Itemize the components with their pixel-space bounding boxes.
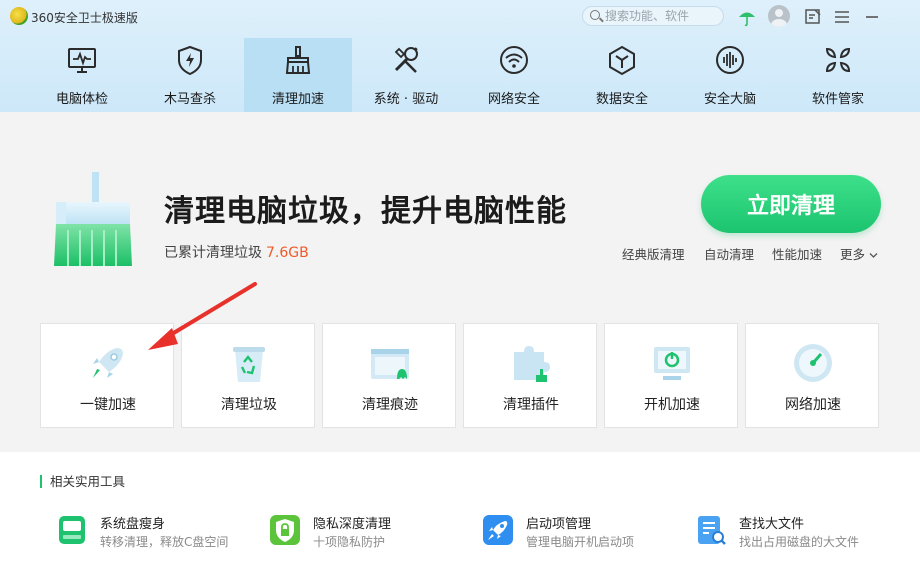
card-label: 清理痕迹 — [362, 397, 418, 413]
card-clean-plugins[interactable]: 清理插件 — [463, 323, 597, 428]
stat-value: 7.6GB — [266, 245, 309, 261]
link-auto-clean[interactable]: 自动清理 — [704, 244, 754, 263]
more-label: 更多 — [840, 247, 866, 262]
stat-label: 已累计清理垃圾 — [164, 245, 262, 261]
tab-label: 木马查杀 — [163, 92, 216, 107]
wrench-screwdriver-icon — [394, 47, 418, 73]
avatar[interactable] — [768, 5, 790, 27]
app-logo-icon — [10, 7, 28, 25]
wifi-icon — [500, 46, 528, 74]
tab-label: 数据安全 — [595, 92, 648, 107]
card-label: 开机加速 — [644, 397, 700, 413]
link-more[interactable]: 更多 — [840, 244, 878, 263]
app-title: 360安全卫士极速版 — [31, 11, 138, 25]
search-input[interactable] — [605, 8, 717, 24]
tab-label: 软件管家 — [811, 92, 864, 107]
page-headline: 清理电脑垃圾，提升电脑性能 — [164, 194, 567, 229]
broom-icon — [285, 46, 311, 74]
menu-icon[interactable] — [832, 7, 852, 27]
tab-label: 系统 · 驱动 — [373, 92, 439, 107]
tab-data-security[interactable]: 数据安全 — [568, 38, 676, 112]
brain-icon — [716, 46, 744, 74]
tool-name: 启动项管理 — [526, 517, 592, 532]
tab-label: 电脑体检 — [55, 92, 108, 107]
monitor-pulse-icon — [68, 48, 96, 73]
card-boot-speedup[interactable]: 开机加速 — [604, 323, 738, 428]
link-classic-clean[interactable]: 经典版清理 — [622, 244, 685, 263]
shield-bolt-icon — [178, 45, 202, 76]
tool-name: 查找大文件 — [739, 517, 805, 532]
link-performance-speedup[interactable]: 性能加速 — [772, 244, 822, 263]
apps-grid-icon — [825, 47, 851, 73]
chevron-down-icon — [869, 253, 878, 258]
clean-now-button[interactable]: 立即清理 — [701, 175, 881, 233]
card-network-speedup[interactable]: 网络加速 — [745, 323, 879, 428]
tab-clean-speedup[interactable]: 清理加速 — [244, 38, 352, 112]
card-label: 清理插件 — [503, 397, 559, 413]
related-tools: 相关实用工具 系统盘瘦身 转移清理，释放C盘空间 隐私深度清理 十项隐私防护 启… — [0, 452, 920, 580]
tab-label: 网络安全 — [487, 92, 540, 107]
puzzle-broom-icon — [514, 346, 550, 382]
tool-name: 隐私深度清理 — [313, 517, 392, 532]
hexagon-y-icon — [609, 45, 635, 76]
card-label: 网络加速 — [785, 397, 841, 413]
section-title: 相关实用工具 — [40, 475, 125, 488]
tab-system-driver[interactable]: 系统 · 驱动 — [352, 38, 460, 112]
file-search-icon — [698, 516, 726, 545]
search-box[interactable] — [582, 6, 724, 26]
cleaned-total: 已累计清理垃圾 7.6GB — [164, 242, 309, 262]
card-label: 清理垃圾 — [221, 397, 277, 413]
tab-label: 清理加速 — [271, 92, 324, 107]
broom-illustration-icon — [54, 172, 132, 266]
tool-desc: 管理电脑开机启动项 — [526, 535, 635, 549]
tab-security-brain[interactable]: 安全大脑 — [676, 38, 784, 112]
tool-find-large-files[interactable]: 查找大文件 找出占用磁盘的大文件 — [695, 512, 895, 552]
browser-window-icon — [371, 349, 409, 379]
tool-startup-manager[interactable]: 启动项管理 管理电脑开机启动项 — [482, 512, 682, 552]
header: 360安全卫士极速版 电脑体检 — [0, 0, 920, 112]
card-clean-traces[interactable]: 清理痕迹 — [322, 323, 456, 428]
search-icon — [590, 10, 600, 20]
tool-name: 系统盘瘦身 — [100, 517, 166, 532]
tab-network-security[interactable]: 网络安全 — [460, 38, 568, 112]
tab-label: 安全大脑 — [703, 92, 756, 107]
feedback-icon[interactable] — [803, 7, 823, 27]
tool-system-disk-slim[interactable]: 系统盘瘦身 转移清理，释放C盘空间 — [56, 512, 256, 552]
tool-desc: 十项隐私防护 — [313, 535, 386, 549]
umbrella-icon[interactable] — [737, 7, 757, 27]
tab-trojan-scan[interactable]: 木马查杀 — [136, 38, 244, 112]
tool-desc: 找出占用磁盘的大文件 — [739, 535, 860, 549]
power-monitor-icon — [654, 347, 690, 380]
privacy-shield-icon — [270, 515, 300, 545]
tool-desc: 转移清理，释放C盘空间 — [100, 535, 229, 549]
startup-rocket-icon — [483, 515, 513, 545]
tab-checkup[interactable]: 电脑体检 — [28, 38, 136, 112]
tool-privacy-deep-clean[interactable]: 隐私深度清理 十项隐私防护 — [269, 512, 469, 552]
main-nav: 电脑体检 木马查杀 清理加速 系统 · 驱动 网络安全 数据安全 安全大脑 软件… — [28, 38, 892, 112]
red-arrow-annotation — [148, 282, 257, 350]
rocket-icon — [93, 348, 123, 378]
title-bar: 360安全卫士极速版 — [0, 0, 920, 34]
card-label: 一键加速 — [80, 397, 136, 413]
speedometer-icon — [794, 344, 832, 382]
disk-icon — [59, 516, 85, 544]
minimize-icon[interactable] — [862, 7, 882, 27]
tab-software-manager[interactable]: 软件管家 — [784, 38, 892, 112]
